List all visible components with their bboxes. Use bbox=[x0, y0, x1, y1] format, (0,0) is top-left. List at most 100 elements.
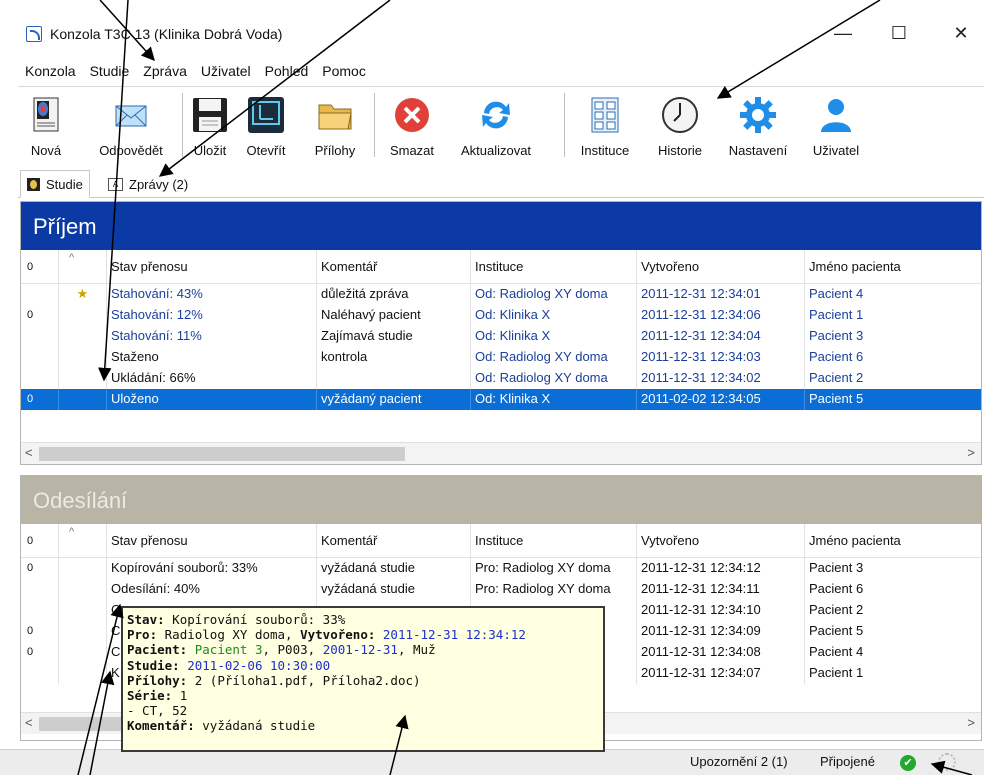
scroll-left-icon[interactable]: < bbox=[25, 445, 33, 460]
table-row[interactable]: Staženo kontrola Od: Radiolog XY doma 2011-… bbox=[21, 347, 981, 368]
tt-vytvoreno-value[interactable]: 2011-12-31 12:34:12 bbox=[383, 627, 526, 642]
scroll-left-icon[interactable]: < bbox=[25, 715, 33, 730]
tab-studie[interactable]: Studie bbox=[20, 170, 90, 198]
flag-cell bbox=[59, 621, 107, 642]
col-instituce-header[interactable]: Instituce bbox=[471, 250, 637, 284]
col-instituce-header[interactable]: Instituce bbox=[471, 524, 637, 558]
prijem-panel: Příjem 0 ^ Stav přenosu Komentář Institu… bbox=[20, 201, 982, 465]
col-stav-header[interactable]: Stav přenosu bbox=[107, 524, 317, 558]
reply-envelope-icon bbox=[115, 105, 147, 127]
col-attach-header[interactable]: 0 bbox=[21, 250, 59, 284]
historie-button[interactable]: Historie bbox=[646, 91, 714, 161]
col-sort-header[interactable]: ^ bbox=[59, 524, 107, 558]
tt-stav-value: Kopírování souborů: 33% bbox=[172, 612, 346, 627]
maximize-button[interactable]: ☐ bbox=[876, 16, 922, 50]
col-stav-header[interactable]: Stav přenosu bbox=[107, 250, 317, 284]
notifications-status[interactable]: Upozornění 2 (1) bbox=[690, 754, 788, 769]
ulozit-button[interactable]: Uložit bbox=[186, 91, 234, 161]
nova-button[interactable]: Nová bbox=[18, 91, 74, 161]
open-terminal-icon bbox=[248, 97, 284, 133]
flag-cell bbox=[59, 642, 107, 663]
tt-pacient-date[interactable]: 2001-12-31 bbox=[323, 642, 398, 657]
prijem-horizontal-scrollbar[interactable]: < > bbox=[21, 442, 981, 464]
prilohy-label: Přílohy bbox=[314, 143, 356, 158]
table-row[interactable]: 0 Kopírování souborů: 33% vyžádaná studie P… bbox=[21, 558, 981, 579]
cell-vytvoreno: 2011-12-31 12:34:07 bbox=[637, 663, 805, 684]
historie-label: Historie bbox=[657, 143, 703, 158]
col-jmeno-header[interactable]: Jméno pacienta bbox=[805, 524, 981, 558]
col-attach-header[interactable]: 0 bbox=[21, 524, 59, 558]
close-button[interactable]: ✕ bbox=[938, 16, 984, 50]
star-flag-icon bbox=[59, 326, 107, 347]
clock-icon bbox=[662, 97, 698, 133]
col-komentar-header[interactable]: Komentář bbox=[317, 250, 471, 284]
instituce-label: Instituce bbox=[580, 143, 630, 158]
menu-studie[interactable]: Studie bbox=[83, 62, 137, 84]
uzivatel-button[interactable]: Uživatel bbox=[800, 91, 872, 161]
cell-komentar: Naléhavý pacient bbox=[317, 305, 471, 326]
minimize-button[interactable]: — bbox=[820, 16, 866, 50]
attachment-icon: 0 bbox=[21, 389, 59, 410]
cell-instituce: Od: Klinika X bbox=[471, 389, 637, 410]
table-row[interactable]: 0 Uloženo vyžádaný pacient Od: Klinika X 201… bbox=[21, 389, 981, 410]
tt-studie-value[interactable]: 2011-02-06 10:30:00 bbox=[187, 658, 330, 673]
menu-uzivatel[interactable]: Uživatel bbox=[194, 62, 258, 84]
cell-jmeno: Pacient 3 bbox=[809, 560, 864, 575]
tt-studie-label: Studie: bbox=[127, 657, 180, 673]
cell-stav: Ukládání: 66% bbox=[107, 368, 317, 389]
star-flag-icon bbox=[59, 368, 107, 389]
star-flag-icon bbox=[59, 347, 107, 368]
cell-jmeno: Pacient 4 bbox=[809, 286, 864, 301]
cell-jmeno: Pacient 1 bbox=[809, 307, 864, 322]
cell-instituce: Od: Radiolog XY doma bbox=[471, 368, 637, 389]
tt-pacient-name[interactable]: Pacient 3 bbox=[195, 642, 263, 657]
scroll-right-icon[interactable]: > bbox=[967, 715, 975, 730]
toolbar: Nová Odpovědět Uložit Otevřít Přílohy Sm… bbox=[18, 86, 984, 164]
col-vytvoreno-header[interactable]: Vytvořeno bbox=[637, 524, 805, 558]
col-sort-header[interactable]: ^ bbox=[59, 250, 107, 284]
flag-cell bbox=[59, 579, 107, 600]
smazat-button[interactable]: Smazat bbox=[384, 91, 440, 161]
cell-vytvoreno: 2011-12-31 12:34:10 bbox=[637, 600, 805, 621]
tt-stav-label: Stav: bbox=[127, 612, 165, 627]
flag-cell bbox=[59, 663, 107, 684]
otevrit-button[interactable]: Otevřít bbox=[236, 91, 296, 161]
tt-komentar-label: Komentář: bbox=[127, 718, 195, 734]
refresh-icon bbox=[482, 101, 510, 129]
odpovedet-button[interactable]: Odpovědět bbox=[84, 91, 178, 161]
col-vytvoreno-header[interactable]: Vytvořeno bbox=[637, 250, 805, 284]
instituce-button[interactable]: Instituce bbox=[570, 91, 640, 161]
prilohy-button[interactable]: Přílohy bbox=[302, 91, 368, 161]
aktualizovat-button[interactable]: Aktualizovat bbox=[446, 91, 546, 161]
cell-vytvoreno: 2011-12-31 12:34:02 bbox=[637, 368, 805, 389]
attachment-icon: 0 bbox=[21, 642, 59, 663]
table-row[interactable]: Ukládání: 66% Od: Radiolog XY doma 2011-12… bbox=[21, 368, 981, 389]
status-bar: Upozornění 2 (1) Připojené ✔ bbox=[0, 749, 984, 775]
table-row[interactable]: Stahování: 11% Zajímavá studie Od: Klinika… bbox=[21, 326, 981, 347]
cell-komentar: Zajímavá studie bbox=[317, 326, 471, 347]
table-row[interactable]: 0 Stahování: 12% Naléhavý pacient Od: Klini… bbox=[21, 305, 981, 326]
col-komentar-header[interactable]: Komentář bbox=[317, 524, 471, 558]
tt-komentar-value: vyžádaná studie bbox=[202, 718, 316, 734]
nastaveni-button[interactable]: Nastavení bbox=[720, 91, 796, 161]
scroll-thumb[interactable] bbox=[39, 447, 405, 461]
study-icon bbox=[27, 177, 40, 191]
gear-icon bbox=[740, 97, 776, 133]
attachment-icon bbox=[21, 326, 59, 347]
menu-pomoc[interactable]: Pomoc bbox=[315, 62, 373, 84]
tab-zpravy[interactable]: A Zprávy (2) bbox=[102, 170, 194, 198]
attachment-icon: 0 bbox=[21, 558, 59, 579]
menu-pohled[interactable]: Pohled bbox=[258, 62, 316, 84]
cell-vytvoreno: 2011-12-31 12:34:12 bbox=[637, 558, 805, 579]
menu-zprava[interactable]: Zpráva bbox=[136, 62, 194, 84]
row-detail-tooltip: Stav: Kopírování souborů: 33% Pro: Radio… bbox=[121, 606, 605, 752]
attachment-icon bbox=[21, 347, 59, 368]
menu-konzola[interactable]: Konzola bbox=[18, 62, 83, 84]
table-row[interactable]: Odesílání: 40% vyžádaná studie Pro: Radiol… bbox=[21, 579, 981, 600]
tab-zpravy-label: Zprávy (2) bbox=[129, 176, 189, 192]
scroll-right-icon[interactable]: > bbox=[967, 445, 975, 460]
attachment-icon bbox=[21, 663, 59, 684]
table-row[interactable]: ★ Stahování: 43% důležitá zpráva Od: Radiol… bbox=[21, 284, 981, 305]
connected-check-icon: ✔ bbox=[900, 755, 916, 771]
col-jmeno-header[interactable]: Jméno pacienta bbox=[805, 250, 981, 284]
